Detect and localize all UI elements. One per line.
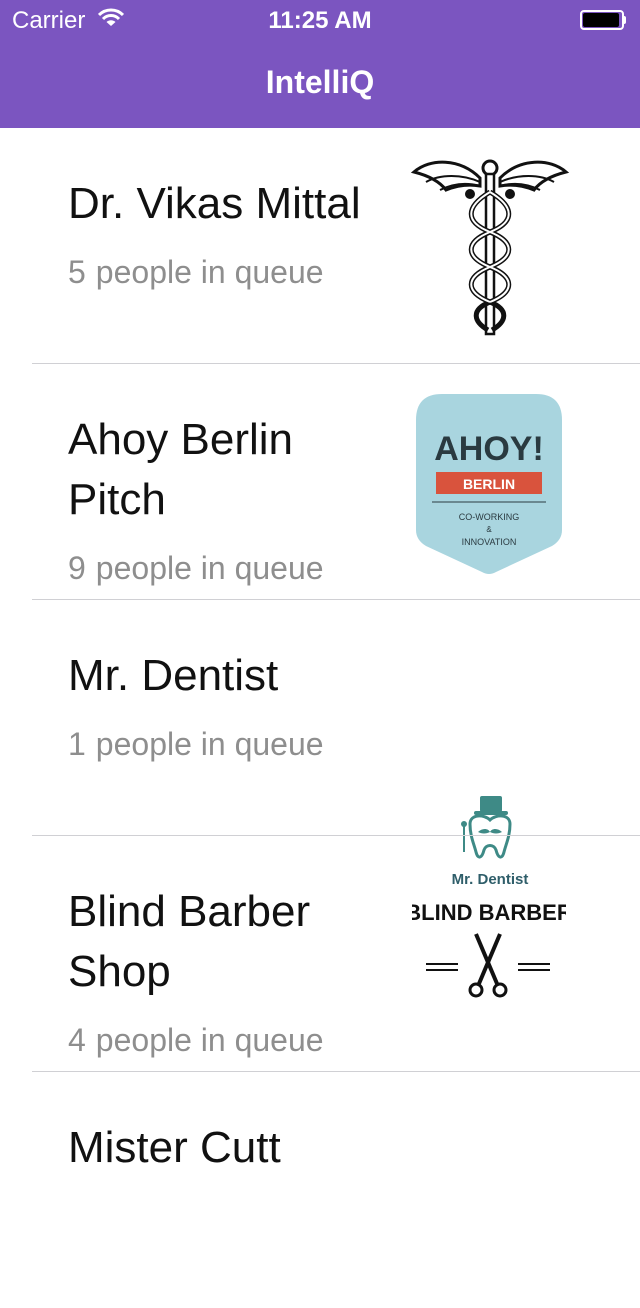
queue-status: 5 people in queue — [68, 254, 324, 291]
queue-count: 1 — [68, 726, 86, 762]
queue-count: 5 — [68, 254, 86, 290]
nav-bar: Carrier 11:25 AM IntelliQ — [0, 0, 640, 128]
logo-line1: CO-WORKING — [459, 512, 520, 522]
queue-status: 1 people in queue — [68, 726, 324, 763]
status-time: 11:25 AM — [268, 7, 372, 34]
place-name: Blind Barber Shop — [68, 887, 311, 996]
ahoy-berlin-logo: AHOY! BERLIN CO-WORKING & INNOVATION — [416, 394, 562, 574]
logo-line2: & — [486, 525, 492, 534]
logo-title: AHOY! — [434, 430, 544, 468]
logo-title: BLIND BARBER — [412, 900, 566, 925]
place-name: Mr. Dentist — [68, 651, 279, 700]
place-name: Ahoy Berlin Pitch — [68, 415, 294, 524]
place-name: Dr. Vikas Mittal — [68, 179, 361, 228]
queue-count: 9 — [68, 550, 86, 586]
queue-label: people in queue — [95, 726, 324, 762]
caduceus-icon — [410, 159, 570, 336]
list-item[interactable]: Ahoy Berlin Pitch 9 people in queue AHOY!… — [0, 364, 640, 600]
queue-label: people in queue — [95, 550, 324, 586]
list-item[interactable]: Mr. Dentist 1 people in queue Mr. Dentist — [0, 600, 640, 888]
logo-ribbon: BERLIN — [463, 476, 515, 492]
status-bar: Carrier 11:25 AM — [0, 0, 640, 40]
blind-barber-logo: BLIND BARBER — [412, 900, 566, 998]
queue-status: 9 people in queue — [68, 550, 324, 587]
list-item[interactable]: Blind Barber Shop 4 people in queue BLIND… — [0, 836, 640, 1072]
list-item[interactable]: Mister Cutt — [0, 1072, 640, 1308]
page-title: IntelliQ — [265, 64, 375, 100]
queue-status: 4 people in queue — [68, 1022, 324, 1059]
list-item[interactable]: Dr. Vikas Mittal 5 people in queue — [0, 128, 640, 364]
queue-count: 4 — [68, 1022, 86, 1058]
queue-label: people in queue — [95, 254, 324, 290]
place-name: Mister Cutt — [68, 1123, 281, 1172]
queue-label: people in queue — [95, 1022, 324, 1058]
battery-icon — [580, 10, 626, 30]
logo-line3: INNOVATION — [462, 537, 517, 547]
